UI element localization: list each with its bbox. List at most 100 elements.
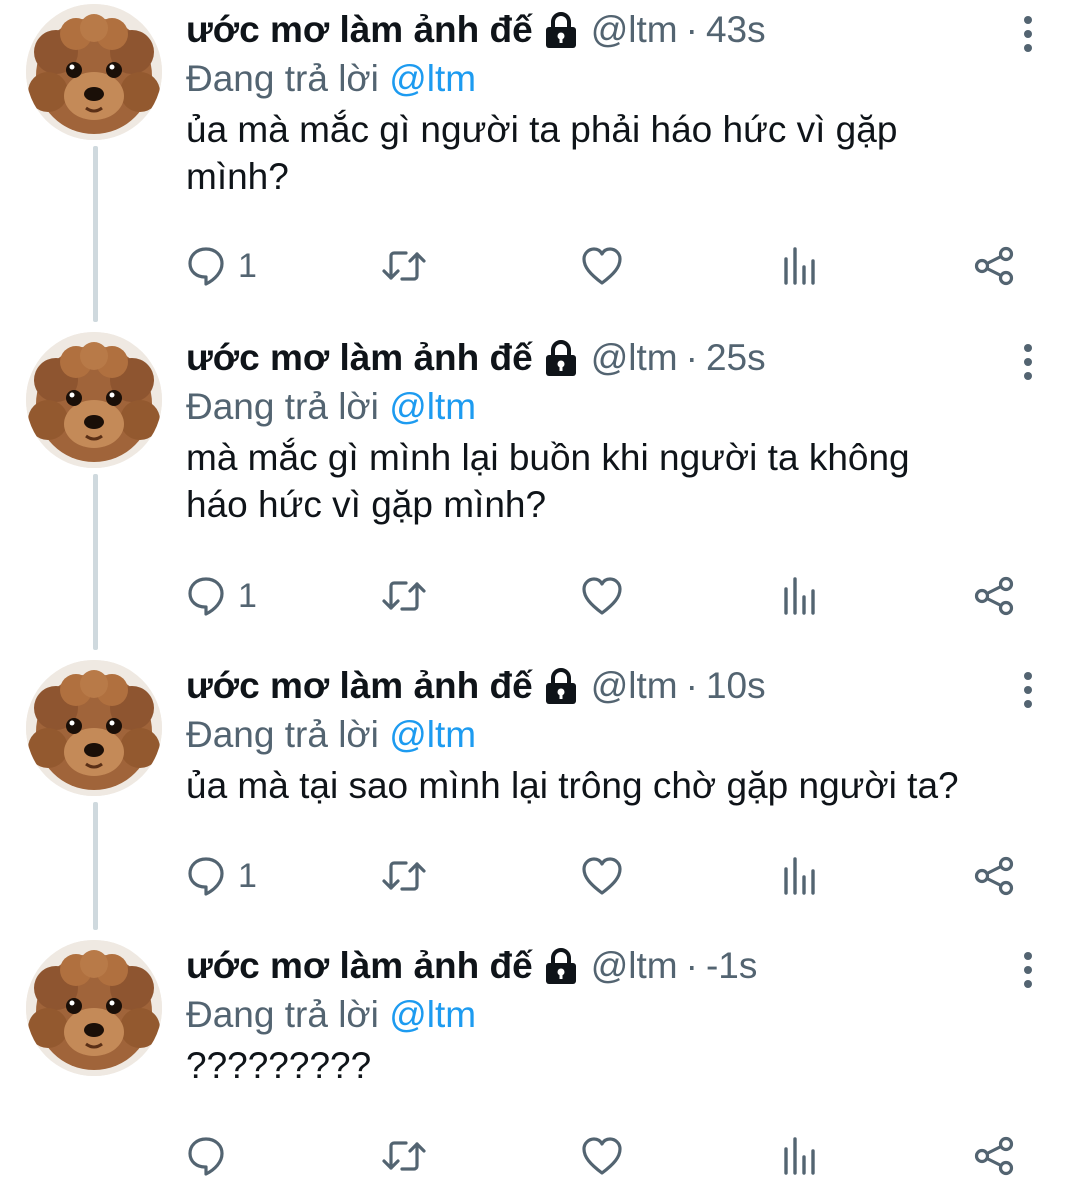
views-button[interactable] [780,572,820,620]
tweet-actions: 1 [186,242,1026,290]
avatar-image [26,4,162,140]
like-icon [582,1137,622,1175]
replying-to: Đang trả lời @ltm [186,384,1040,430]
reply-button[interactable]: 1 [186,852,257,900]
retweet-icon [382,581,426,611]
retweet-button[interactable] [382,242,426,290]
avatar[interactable] [26,4,162,140]
lock-icon [543,340,578,378]
reply-button[interactable]: 1 [186,572,257,620]
replying-to-handle[interactable]: @ltm [389,386,476,427]
views-icon [784,1137,815,1175]
reply-count: 1 [238,246,257,285]
reply-button[interactable]: 1 [186,242,257,290]
display-name[interactable]: ước mơ làm ảnh đế [186,332,533,384]
display-name[interactable]: ước mơ làm ảnh đế [186,940,533,992]
replying-prefix: Đang trả lời [186,714,379,755]
avatar-image [26,660,162,796]
reply-count: 1 [238,576,257,615]
replying-prefix: Đang trả lời [186,58,379,99]
replying-to-handle[interactable]: @ltm [389,714,476,755]
more-options-icon[interactable] [1016,342,1040,382]
like-icon [582,247,622,285]
replying-prefix: Đang trả lời [186,386,379,427]
views-icon [784,247,815,285]
like-button[interactable] [582,242,622,290]
reply-icon [188,247,224,286]
share-icon [974,1136,1014,1176]
user-handle[interactable]: @ltm [591,4,678,56]
like-button[interactable] [582,1132,622,1180]
user-handle[interactable]: @ltm [591,332,678,384]
user-handle[interactable]: @ltm [591,660,678,712]
like-button[interactable] [582,572,622,620]
avatar-image [26,332,162,468]
replying-to-handle[interactable]: @ltm [389,58,476,99]
reply-icon [188,857,224,896]
tweet-text: ????????? [186,1045,372,1086]
retweet-icon [382,861,426,891]
views-icon [784,577,815,615]
more-options-icon[interactable] [1016,14,1040,54]
views-button[interactable] [780,852,820,900]
tweet-actions [186,1132,1026,1180]
replying-to-handle[interactable]: @ltm [389,994,476,1035]
tweet-header: ước mơ làm ảnh đế @ltm · 25s [186,332,1040,384]
reply-icon [188,577,224,616]
lock-icon [543,668,578,706]
thread-line [93,474,98,650]
like-icon [582,857,622,895]
thread-line [93,146,98,322]
retweet-button[interactable] [382,572,426,620]
replying-to: Đang trả lời @ltm [186,56,1040,102]
replying-prefix: Đang trả lời [186,994,379,1035]
avatar-image [26,940,162,1076]
tweet-text: ủa mà mắc gì người ta phải háo hức vì gặ… [186,109,898,197]
thread-line [93,802,98,930]
replying-to: Đang trả lời @ltm [186,712,1040,758]
views-button[interactable] [780,1132,820,1180]
timestamp[interactable]: 25s [706,332,766,384]
replying-to: Đang trả lời @ltm [186,992,1040,1038]
separator: · [685,945,698,986]
lock-icon [543,12,578,50]
timestamp[interactable]: -1s [706,940,757,992]
tweet-actions: 1 [186,572,1026,620]
retweet-button[interactable] [382,852,426,900]
avatar[interactable] [26,940,162,1076]
more-options-icon[interactable] [1016,670,1040,710]
like-button[interactable] [582,852,622,900]
tweet-header: ước mơ làm ảnh đế @ltm · 43s [186,4,1040,56]
like-icon [582,577,622,615]
reply-button[interactable] [186,1132,238,1180]
retweet-button[interactable] [382,1132,426,1180]
tweet-text: mà mắc gì mình lại buồn khi người ta khô… [186,437,910,525]
retweet-icon [382,1141,426,1171]
user-handle[interactable]: @ltm [591,940,678,992]
display-name[interactable]: ước mơ làm ảnh đế [186,4,533,56]
share-button[interactable] [974,852,1014,900]
timestamp[interactable]: 43s [706,4,766,56]
reply-count: 1 [238,856,257,895]
display-name[interactable]: ước mơ làm ảnh đế [186,660,533,712]
avatar[interactable] [26,332,162,468]
views-icon [784,857,815,895]
tweet-header: ước mơ làm ảnh đế @ltm · -1s [186,940,1040,992]
share-button[interactable] [974,572,1014,620]
tweet-text: ủa mà tại sao mình lại trông chờ gặp ngư… [186,765,959,806]
more-options-icon[interactable] [1016,950,1040,990]
views-button[interactable] [780,242,820,290]
avatar[interactable] [26,660,162,796]
share-button[interactable] [974,1132,1014,1180]
lock-icon [543,948,578,986]
share-icon [974,246,1014,286]
reply-icon [188,1137,224,1176]
tweet-actions: 1 [186,852,1026,900]
retweet-icon [382,251,426,281]
share-icon [974,856,1014,896]
tweet-header: ước mơ làm ảnh đế @ltm · 10s [186,660,1040,712]
timestamp[interactable]: 10s [706,660,766,712]
separator: · [685,9,698,50]
share-button[interactable] [974,242,1014,290]
share-icon [974,576,1014,616]
